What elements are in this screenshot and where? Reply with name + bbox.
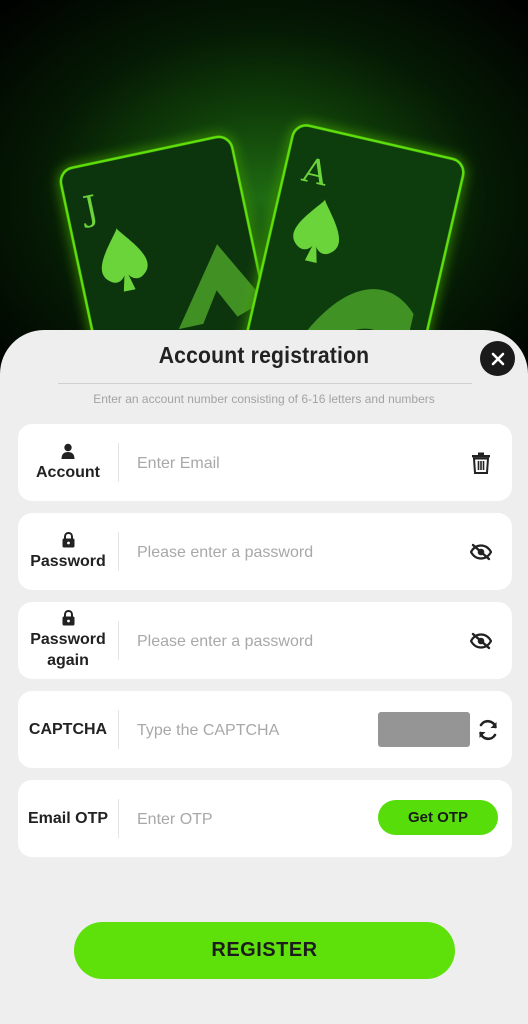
confirm-password-row: Password again	[18, 602, 512, 681]
row-separator	[118, 799, 119, 838]
row-separator	[118, 710, 119, 749]
page-title: Account registration	[158, 342, 370, 368]
clear-button[interactable]	[468, 450, 494, 476]
title-divider	[58, 383, 472, 384]
user-icon	[61, 443, 75, 459]
row-separator	[118, 443, 119, 482]
captcha-row: CAPTCHA	[18, 691, 512, 770]
otp-row: Email OTP Get OTP	[18, 780, 512, 859]
eye-slash-icon	[470, 632, 492, 650]
lock-icon	[62, 531, 74, 547]
password-field[interactable]	[135, 513, 379, 592]
ace-card: A	[240, 124, 465, 360]
refresh-icon	[479, 719, 497, 741]
captcha-label: CAPTCHA	[28, 721, 108, 738]
get-otp-button[interactable]: Get OTP	[378, 800, 498, 835]
eye-slash-icon	[470, 543, 492, 561]
account-label: Account	[36, 463, 100, 481]
playing-cards-illustration: J A	[59, 124, 465, 360]
account-row: Account	[18, 424, 512, 503]
hero-background: J A	[0, 0, 528, 360]
refresh-captcha-button[interactable]	[475, 717, 501, 743]
toggle-password-visibility[interactable]	[468, 539, 494, 565]
account-hint: Enter an account number consisting of 6-…	[93, 392, 435, 406]
confirm-password-label: Password again	[30, 631, 106, 669]
otp-label: Email OTP	[27, 810, 109, 827]
toggle-confirm-password-visibility[interactable]	[468, 628, 494, 654]
register-button[interactable]: REGISTER	[74, 922, 455, 979]
captcha-field[interactable]	[135, 691, 369, 770]
email-field[interactable]	[135, 424, 379, 503]
trash-icon	[472, 452, 490, 474]
lock-icon	[62, 610, 74, 626]
row-separator	[118, 532, 119, 571]
row-separator	[118, 621, 119, 660]
captcha-image	[378, 712, 470, 747]
otp-field[interactable]	[135, 780, 369, 859]
close-button[interactable]	[480, 341, 515, 376]
close-icon	[491, 352, 504, 365]
confirm-password-field[interactable]	[135, 602, 379, 681]
password-label: Password	[30, 552, 106, 570]
password-row: Password	[18, 513, 512, 592]
